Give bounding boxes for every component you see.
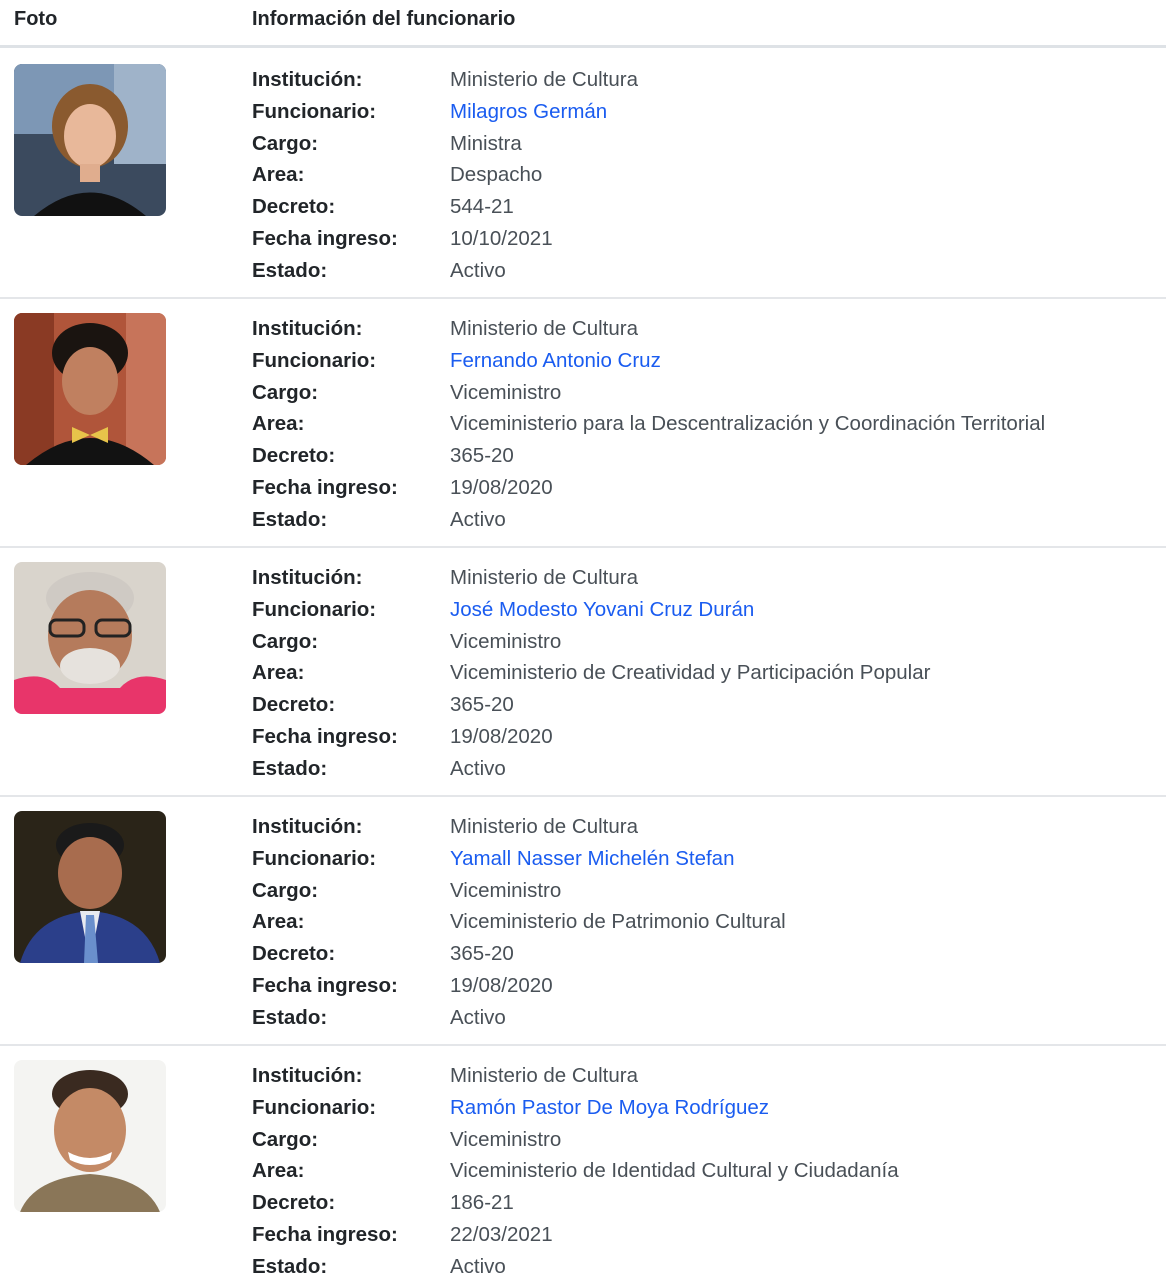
label-estado: Estado: [252, 756, 328, 780]
label-cargo: Cargo: [252, 131, 319, 155]
label-funcionario: Funcionario: [252, 1095, 377, 1119]
table-row: Institución: Ministerio de Cultura Funcio… [0, 548, 1166, 797]
column-header-photo: Foto [14, 8, 58, 30]
label-funcionario: Funcionario: [252, 597, 377, 621]
value-area: Despacho [450, 163, 543, 187]
label-institucion: Institución: [252, 815, 363, 838]
label-area: Area: [252, 1159, 305, 1183]
label-institucion: Institución: [252, 566, 363, 589]
value-fecha: 19/08/2020 [450, 973, 553, 997]
value-institucion: Ministerio de Cultura [450, 566, 638, 589]
label-area: Area: [252, 412, 305, 436]
value-area: Viceministerio de Patrimonio Cultural [450, 910, 786, 934]
official-name-link[interactable]: Yamall Nasser Michelén Stefan [450, 847, 734, 871]
value-fecha: 19/08/2020 [450, 724, 553, 748]
value-decreto: 186-21 [450, 1191, 514, 1215]
value-fecha: 19/08/2020 [450, 475, 553, 499]
official-photo[interactable] [14, 64, 166, 216]
person-photo-icon [14, 811, 166, 963]
value-cargo: Viceministro [450, 878, 562, 902]
label-area: Area: [252, 163, 305, 187]
label-cargo: Cargo: [252, 1127, 319, 1151]
value-fecha: 10/10/2021 [450, 226, 553, 250]
official-photo[interactable] [14, 1060, 166, 1212]
value-estado: Activo [450, 258, 506, 282]
label-decreto: Decreto: [252, 693, 336, 717]
label-estado: Estado: [252, 1254, 328, 1278]
label-fecha: Fecha ingreso: [252, 475, 398, 499]
label-institucion: Institución: [252, 1064, 363, 1087]
label-cargo: Cargo: [252, 878, 319, 902]
value-decreto: 365-20 [450, 942, 514, 966]
value-institucion: Ministerio de Cultura [450, 68, 638, 91]
table-row: Institución: Ministerio de Cultura Funcio… [0, 50, 1166, 299]
official-name-link[interactable]: Milagros Germán [450, 100, 607, 124]
official-photo[interactable] [14, 811, 166, 963]
value-cargo: Viceministro [450, 629, 562, 653]
label-estado: Estado: [252, 1005, 328, 1029]
person-photo-icon [14, 1060, 166, 1212]
value-cargo: Viceministro [450, 1127, 562, 1151]
label-fecha: Fecha ingreso: [252, 226, 398, 250]
person-photo-icon [14, 562, 166, 714]
official-name-link[interactable]: José Modesto Yovani Cruz Durán [450, 598, 754, 622]
table-header: Foto Información del funcionario [0, 0, 1166, 48]
label-fecha: Fecha ingreso: [252, 973, 398, 997]
value-estado: Activo [450, 507, 506, 531]
value-fecha: 22/03/2021 [450, 1222, 553, 1246]
label-cargo: Cargo: [252, 380, 319, 404]
label-estado: Estado: [252, 507, 328, 531]
value-area: Viceministerio de Identidad Cultural y C… [450, 1159, 899, 1183]
label-institucion: Institución: [252, 317, 363, 340]
value-cargo: Ministra [450, 131, 522, 155]
person-photo-icon [14, 64, 166, 216]
label-estado: Estado: [252, 258, 328, 282]
label-institucion: Institución: [252, 68, 363, 91]
label-decreto: Decreto: [252, 444, 336, 468]
table-row: Institución: Ministerio de Cultura Funcio… [0, 299, 1166, 548]
label-area: Area: [252, 661, 305, 685]
label-decreto: Decreto: [252, 195, 336, 219]
official-photo[interactable] [14, 562, 166, 714]
label-funcionario: Funcionario: [252, 99, 377, 123]
value-estado: Activo [450, 1254, 506, 1278]
label-decreto: Decreto: [252, 1191, 336, 1215]
official-name-link[interactable]: Ramón Pastor De Moya Rodríguez [450, 1096, 769, 1120]
label-decreto: Decreto: [252, 942, 336, 966]
label-funcionario: Funcionario: [252, 846, 377, 870]
label-funcionario: Funcionario: [252, 348, 377, 372]
table-row: Institución: Ministerio de Cultura Funcio… [0, 797, 1166, 1046]
value-decreto: 365-20 [450, 693, 514, 717]
value-area: Viceministerio de Creatividad y Particip… [450, 661, 931, 685]
label-area: Area: [252, 910, 305, 934]
value-institucion: Ministerio de Cultura [450, 815, 638, 838]
value-estado: Activo [450, 1005, 506, 1029]
value-decreto: 544-21 [450, 195, 514, 219]
label-fecha: Fecha ingreso: [252, 1222, 398, 1246]
value-decreto: 365-20 [450, 444, 514, 468]
value-institucion: Ministerio de Cultura [450, 317, 638, 340]
person-photo-icon [14, 313, 166, 465]
value-estado: Activo [450, 756, 506, 780]
label-fecha: Fecha ingreso: [252, 724, 398, 748]
label-cargo: Cargo: [252, 629, 319, 653]
value-area: Viceministerio para la Descentralización… [450, 412, 1046, 436]
official-name-link[interactable]: Fernando Antonio Cruz [450, 349, 661, 373]
value-cargo: Viceministro [450, 380, 562, 404]
table-row: Institución: Ministerio de Cultura Funcio… [0, 1046, 1166, 1286]
official-photo[interactable] [14, 313, 166, 465]
value-institucion: Ministerio de Cultura [450, 1064, 638, 1087]
column-header-info: Información del funcionario [252, 8, 516, 30]
